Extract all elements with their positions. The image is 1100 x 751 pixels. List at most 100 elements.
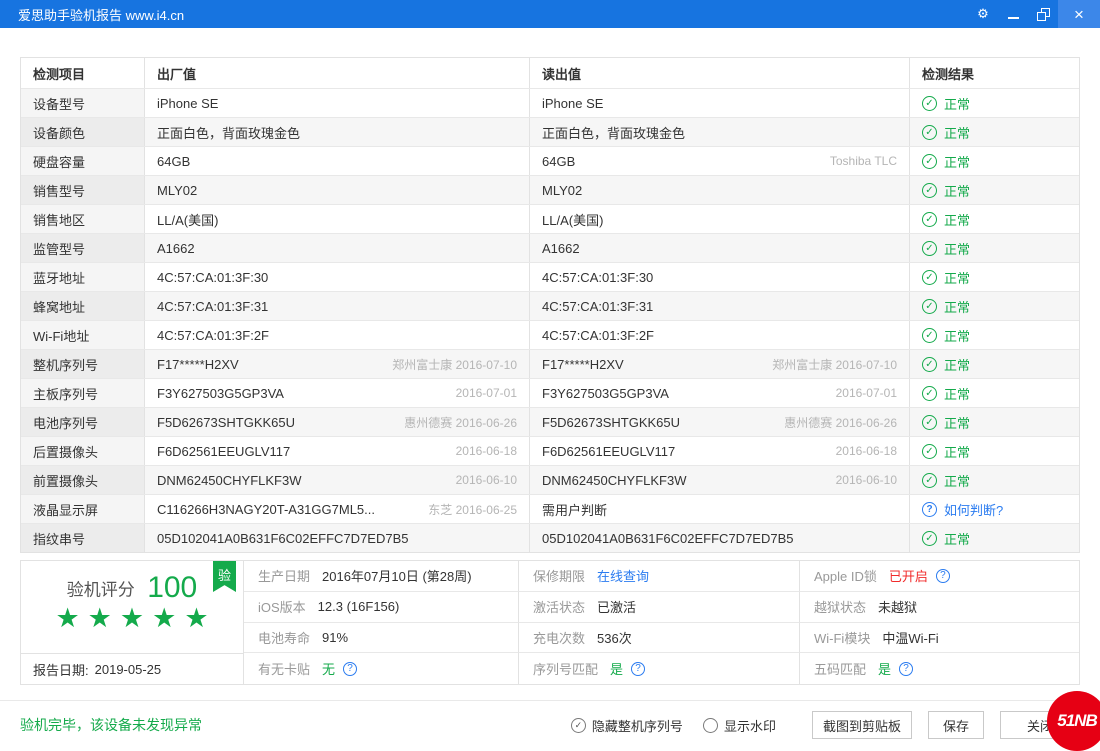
- summary-cell-value[interactable]: 在线查询: [597, 566, 649, 585]
- row-item-cell: 前置摄像头: [21, 466, 144, 494]
- footer-bar: 验机完毕，该设备未发现异常 ✓ 隐藏整机序列号 显示水印 截图到剪贴板 保存 关闭: [0, 700, 1100, 749]
- row-read-cell: MLY02: [529, 176, 909, 204]
- row-item-label: 主板序列号: [33, 386, 99, 402]
- row-read-value: F6D62561EEUGLV117: [542, 443, 676, 459]
- col-header-item: 检测项目: [33, 66, 86, 82]
- row-result-text: 正常: [944, 444, 971, 460]
- row-item-cell: 设备型号: [21, 89, 144, 117]
- summary-cell: 保修期限 在线查询 ?: [518, 561, 799, 592]
- row-result-cell: ✓ 正常: [909, 89, 1079, 117]
- help-circle-icon[interactable]: ?: [899, 661, 914, 676]
- question-circle-icon[interactable]: ?: [922, 501, 937, 517]
- row-factory-note: 2016-07-01: [455, 386, 517, 400]
- summary-cell-label: 电池寿命: [258, 630, 311, 646]
- help-circle-icon[interactable]: ?: [343, 661, 358, 676]
- row-read-cell: 4C:57:CA:01:3F:31: [529, 292, 909, 320]
- table-row: Wi-Fi地址 4C:57:CA:01:3F:2F 4C:57:CA:01:3F…: [21, 320, 1079, 349]
- score-box: 验 验机评分 100 ★★★★★ 报告日期: 2019-05-25: [21, 561, 244, 684]
- summary-cell-value: 已开启: [888, 569, 928, 585]
- radio-option[interactable]: ✓ 隐藏整机序列号: [570, 716, 683, 735]
- row-read-value: 正面白色，背面玫瑰金色: [542, 125, 686, 141]
- row-result-text: 正常: [944, 415, 971, 431]
- row-result-cell: ✓ 正常: [909, 466, 1079, 494]
- row-factory-cell: F17*****H2XV 郑州富士康 2016-07-10: [144, 350, 529, 378]
- row-read-value: MLY02: [542, 182, 583, 198]
- summary-cell-label: 生产日期: [258, 569, 311, 585]
- row-item-cell: 销售地区: [21, 205, 144, 233]
- row-item-cell: 电池序列号: [21, 408, 144, 436]
- row-read-value: F17*****H2XV: [542, 356, 624, 372]
- row-factory-cell: MLY02: [144, 176, 529, 204]
- summary-cell-label: 越狱状态: [814, 600, 867, 616]
- row-result-text: 正常: [944, 125, 971, 141]
- row-item-label: 蓝牙地址: [33, 270, 86, 286]
- row-factory-cell: F5D62673SHTGKK65U 惠州德赛 2016-06-26: [144, 408, 529, 436]
- settings-gear-icon[interactable]: ⚙: [968, 0, 998, 28]
- minimize-icon[interactable]: [998, 0, 1028, 28]
- row-read-value: 4C:57:CA:01:3F:31: [542, 298, 654, 314]
- row-factory-cell: iPhone SE: [144, 89, 529, 117]
- row-item-label: 设备型号: [33, 96, 86, 112]
- row-read-cell: F17*****H2XV 郑州富士康 2016-07-10: [529, 350, 909, 378]
- row-result-cell: ✓ 正常: [909, 524, 1079, 552]
- row-factory-cell: A1662: [144, 234, 529, 262]
- radio-circle-icon: [702, 717, 718, 733]
- restore-squares: [1036, 7, 1050, 21]
- summary-cell: 越狱状态 未越狱 ?: [799, 591, 1079, 623]
- row-result-cell: ✓ 正常: [909, 321, 1079, 349]
- how-to-judge-link[interactable]: 如何判断?: [944, 500, 1003, 519]
- summary-cell: Apple ID锁 已开启 ?: [799, 561, 1079, 592]
- row-factory-value: A1662: [157, 240, 195, 256]
- row-result-cell: ✓ 正常: [909, 263, 1079, 291]
- summary-cell-label: iOS版本: [258, 600, 306, 616]
- row-read-cell: 4C:57:CA:01:3F:2F: [529, 321, 909, 349]
- row-read-value: F5D62673SHTGKK65U: [542, 414, 681, 430]
- row-item-label: 液晶显示屏: [33, 502, 99, 518]
- row-item-cell: 后置摄像头: [21, 437, 144, 465]
- row-result-text: 正常: [944, 241, 971, 257]
- save-button[interactable]: 保存: [927, 711, 984, 739]
- row-result-text: 正常: [944, 154, 971, 170]
- row-read-value: 4C:57:CA:01:3F:30: [542, 269, 654, 285]
- row-read-note: 2016-06-18: [835, 444, 897, 458]
- help-circle-icon[interactable]: ?: [631, 661, 646, 676]
- row-read-cell: 需用户判断: [529, 495, 909, 523]
- summary-cell-value: 是: [610, 662, 624, 678]
- help-circle-icon[interactable]: ?: [935, 568, 950, 583]
- screenshot-to-clipboard-button[interactable]: 截图到剪贴板: [811, 711, 912, 739]
- row-read-cell: A1662: [529, 234, 909, 262]
- row-read-value: 4C:57:CA:01:3F:2F: [542, 327, 654, 343]
- summary-cell-value: 已激活: [597, 600, 637, 616]
- row-item-cell: 蜂窝地址: [21, 292, 144, 320]
- row-item-label: 销售地区: [33, 212, 86, 228]
- button-group: 截图到剪贴板 保存 关闭: [796, 711, 1080, 739]
- row-factory-value: F3Y627503G5GP3VA: [157, 385, 284, 401]
- radio-group: ✓ 隐藏整机序列号 显示水印: [570, 716, 796, 735]
- row-result-cell: ✓ 正常: [909, 147, 1079, 175]
- check-circle-icon: ✓: [922, 472, 937, 488]
- row-result-text: 正常: [944, 96, 971, 112]
- row-read-value: DNM62450CHYFLKF3W: [542, 472, 687, 488]
- check-circle-icon: ✓: [922, 443, 937, 459]
- row-result-cell: ✓ 正常: [909, 176, 1079, 204]
- summary-cell-value: 中温Wi-Fi: [882, 630, 939, 646]
- check-circle-icon: ✓: [922, 211, 937, 227]
- summary-cell: 激活状态 已激活 ?: [518, 591, 799, 623]
- row-factory-cell: DNM62450CHYFLKF3W 2016-06-10: [144, 466, 529, 494]
- summary-cell-label: 五码匹配: [814, 662, 867, 678]
- row-item-cell: 整机序列号: [21, 350, 144, 378]
- table-row: 指纹串号 05D102041A0B631F6C02EFFC7D7ED7B5 05…: [21, 523, 1079, 552]
- row-item-label: 前置摄像头: [33, 473, 99, 489]
- row-item-cell: 主板序列号: [21, 379, 144, 407]
- radio-option[interactable]: 显示水印: [702, 716, 776, 735]
- row-item-cell: 液晶显示屏: [21, 495, 144, 523]
- row-factory-value: 4C:57:CA:01:3F:31: [157, 298, 269, 314]
- restore-icon[interactable]: [1028, 0, 1058, 28]
- summary-cell-label: 序列号匹配: [533, 662, 599, 678]
- close-icon[interactable]: ×: [1058, 0, 1100, 28]
- summary-cell-label: Apple ID锁: [814, 569, 877, 585]
- row-item-cell: Wi-Fi地址: [21, 321, 144, 349]
- row-factory-value: C116266H3NAGY20T-A31GG7ML5...: [157, 501, 375, 517]
- row-read-value: 05D102041A0B631F6C02EFFC7D7ED7B5: [542, 530, 794, 546]
- check-circle-icon: ✓: [922, 95, 937, 111]
